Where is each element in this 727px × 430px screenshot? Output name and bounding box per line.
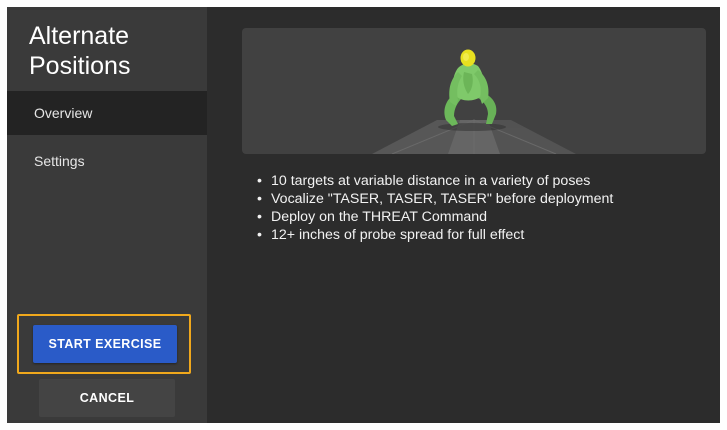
- list-item: 12+ inches of probe spread for full effe…: [257, 226, 717, 244]
- sidebar-item-label: Settings: [34, 153, 85, 169]
- exercise-bullet-list: 10 targets at variable distance in a var…: [257, 172, 717, 244]
- start-exercise-button[interactable]: START EXERCISE: [33, 325, 177, 363]
- list-item: 10 targets at variable distance in a var…: [257, 172, 717, 190]
- page-title: Alternate Positions: [29, 22, 131, 80]
- preview-scene: [372, 49, 576, 154]
- sidebar-item-label: Overview: [34, 105, 93, 121]
- sidebar-item-settings[interactable]: Settings: [7, 139, 207, 183]
- list-item: Deploy on the THREAT Command: [257, 208, 717, 226]
- list-item: Vocalize "TASER, TASER, TASER" before de…: [257, 190, 717, 208]
- sidebar: Alternate Positions Overview Settings ST…: [7, 7, 207, 423]
- sidebar-item-overview[interactable]: Overview: [7, 91, 207, 135]
- cancel-button[interactable]: CANCEL: [39, 379, 175, 417]
- crouching-target-figure-icon: [438, 49, 506, 131]
- exercise-preview: [242, 28, 706, 154]
- app-window: Alternate Positions Overview Settings ST…: [7, 7, 720, 423]
